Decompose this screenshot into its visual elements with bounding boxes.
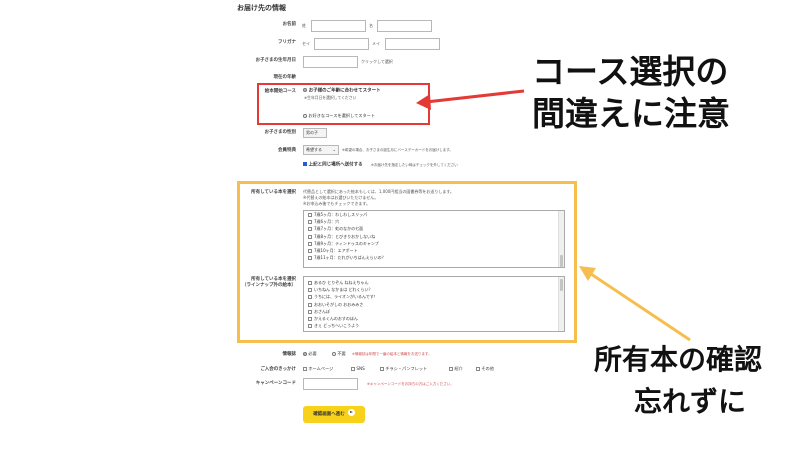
newsletter-yes[interactable]: 必要 (303, 351, 317, 357)
source-option-label: その他 (481, 366, 494, 371)
source-option-referral[interactable]: 紹介 (449, 366, 463, 372)
campaign-label: キャンペーンコード (255, 381, 296, 386)
newsletter-label: 情報誌 (282, 352, 297, 357)
source-checkbox[interactable] (476, 367, 480, 371)
source-checkbox[interactable] (351, 367, 355, 371)
source-option-other[interactable]: その他 (476, 366, 494, 372)
campaign-input[interactable] (303, 378, 358, 390)
source-option-label: SNS (356, 366, 365, 371)
campaign-note: ※キャンペーンコードをお持ちの方はご入力ください。 (367, 382, 454, 386)
source-option-homepage[interactable]: ホームページ (303, 366, 333, 372)
newsletter-no-label: 不要 (337, 351, 346, 356)
arrow-right-icon (347, 409, 355, 416)
newsletter-no[interactable]: 不要 (332, 351, 346, 357)
source-option-label: 紹介 (454, 366, 463, 371)
owned-callout-line1: 所有本の確認 (594, 343, 763, 376)
source-checkbox[interactable] (449, 367, 453, 371)
source-option-flyer[interactable]: チラシ・パンフレット (380, 366, 427, 372)
confirm-button-label: 確認画面へ進む (313, 412, 345, 417)
source-checkbox[interactable] (380, 367, 384, 371)
newsletter-yes-radio[interactable] (303, 352, 307, 356)
source-checkbox[interactable] (303, 367, 307, 371)
owned-callout-line2: 忘れずに (634, 385, 747, 418)
confirm-button[interactable]: 確認画面へ進む (303, 406, 365, 423)
source-option-sns[interactable]: SNS (351, 366, 365, 372)
newsletter-no-radio[interactable] (332, 352, 336, 356)
source-label: ご入会のきっかけ (260, 367, 296, 372)
newsletter-yes-label: 必要 (308, 351, 317, 356)
source-option-label: ホームページ (308, 366, 334, 371)
source-option-label: チラシ・パンフレット (385, 366, 428, 371)
newsletter-note: ※情報誌は年間で一番の絵本と情報をお送ります。 (352, 352, 432, 356)
